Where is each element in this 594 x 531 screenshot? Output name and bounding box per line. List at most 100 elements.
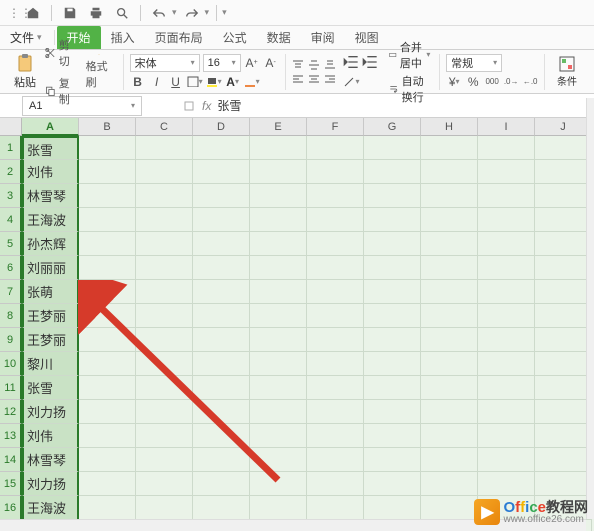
row-header[interactable]: 5 bbox=[0, 232, 22, 256]
cell[interactable] bbox=[364, 136, 421, 160]
save-icon[interactable] bbox=[59, 2, 81, 24]
cell[interactable] bbox=[478, 208, 535, 232]
home-icon[interactable] bbox=[22, 2, 44, 24]
font-name-select[interactable]: 宋体▾ bbox=[130, 54, 200, 72]
cell[interactable] bbox=[535, 160, 592, 184]
cell[interactable] bbox=[193, 496, 250, 520]
currency-button[interactable]: ¥▾ bbox=[446, 74, 462, 90]
decrease-indent[interactable] bbox=[343, 54, 359, 70]
cell[interactable] bbox=[535, 448, 592, 472]
cell[interactable] bbox=[364, 208, 421, 232]
row-header[interactable]: 16 bbox=[0, 496, 22, 520]
column-header-I[interactable]: I bbox=[478, 118, 535, 136]
cell[interactable] bbox=[136, 232, 193, 256]
cell[interactable] bbox=[79, 256, 136, 280]
cell[interactable] bbox=[250, 400, 307, 424]
cell[interactable]: 张雪 bbox=[22, 376, 79, 400]
row-header[interactable]: 12 bbox=[0, 400, 22, 424]
cell[interactable] bbox=[307, 256, 364, 280]
cell[interactable] bbox=[421, 352, 478, 376]
cell[interactable] bbox=[136, 136, 193, 160]
tab-formulas[interactable]: 公式 bbox=[213, 26, 257, 49]
column-header-D[interactable]: D bbox=[193, 118, 250, 136]
cell[interactable] bbox=[364, 496, 421, 520]
cell[interactable] bbox=[136, 448, 193, 472]
cell[interactable] bbox=[478, 280, 535, 304]
cell[interactable] bbox=[79, 448, 136, 472]
column-header-G[interactable]: G bbox=[364, 118, 421, 136]
increase-font-icon[interactable]: A+ bbox=[244, 55, 260, 71]
cell[interactable] bbox=[136, 424, 193, 448]
cell[interactable] bbox=[250, 328, 307, 352]
cell[interactable]: 孙杰辉 bbox=[22, 232, 79, 256]
underline-button[interactable]: U bbox=[168, 74, 184, 90]
cell[interactable] bbox=[250, 160, 307, 184]
cell[interactable] bbox=[307, 352, 364, 376]
cell[interactable] bbox=[250, 352, 307, 376]
copy-button[interactable]: 复制 bbox=[41, 73, 80, 109]
cell[interactable] bbox=[421, 136, 478, 160]
cell[interactable] bbox=[364, 424, 421, 448]
cell[interactable]: 林雪琴 bbox=[22, 184, 79, 208]
cell[interactable] bbox=[136, 472, 193, 496]
cell[interactable] bbox=[535, 208, 592, 232]
merge-center-button[interactable]: 合并居中▾ bbox=[386, 38, 433, 72]
column-header-C[interactable]: C bbox=[136, 118, 193, 136]
cell[interactable] bbox=[307, 280, 364, 304]
cell[interactable] bbox=[307, 472, 364, 496]
cell[interactable] bbox=[136, 280, 193, 304]
cell[interactable] bbox=[421, 280, 478, 304]
cell[interactable] bbox=[421, 208, 478, 232]
decrease-font-icon[interactable]: A- bbox=[263, 55, 279, 71]
fx-label[interactable]: fx bbox=[202, 99, 211, 113]
cell[interactable] bbox=[535, 352, 592, 376]
column-header-A[interactable]: A bbox=[22, 118, 79, 136]
cell[interactable] bbox=[250, 304, 307, 328]
cell[interactable] bbox=[421, 376, 478, 400]
print-icon[interactable] bbox=[85, 2, 107, 24]
cell[interactable] bbox=[421, 472, 478, 496]
formula-value[interactable]: 张雪 bbox=[217, 97, 241, 114]
cell[interactable] bbox=[478, 472, 535, 496]
row-header[interactable]: 4 bbox=[0, 208, 22, 232]
cell[interactable] bbox=[421, 232, 478, 256]
row-header[interactable]: 2 bbox=[0, 160, 22, 184]
cell[interactable] bbox=[535, 304, 592, 328]
cell[interactable] bbox=[79, 328, 136, 352]
cell[interactable] bbox=[250, 256, 307, 280]
cell[interactable] bbox=[193, 424, 250, 448]
decrease-decimal[interactable]: ←.0 bbox=[522, 74, 538, 90]
cell[interactable] bbox=[307, 208, 364, 232]
cut-button[interactable]: 剪切 bbox=[41, 35, 80, 71]
increase-decimal[interactable]: .0→ bbox=[503, 74, 519, 90]
cell[interactable]: 张雪 bbox=[22, 136, 79, 160]
cell[interactable]: 刘力扬 bbox=[22, 472, 79, 496]
fill-color-button[interactable]: ▾ bbox=[206, 74, 222, 90]
cell[interactable] bbox=[307, 304, 364, 328]
row-header[interactable]: 15 bbox=[0, 472, 22, 496]
align-middle[interactable] bbox=[307, 59, 321, 71]
comma-button[interactable]: 000 bbox=[484, 74, 500, 90]
cell[interactable] bbox=[193, 328, 250, 352]
cell[interactable] bbox=[478, 424, 535, 448]
cell[interactable] bbox=[250, 424, 307, 448]
column-header-E[interactable]: E bbox=[250, 118, 307, 136]
wrap-text-button[interactable]: 自动换行 bbox=[386, 72, 433, 106]
cell[interactable] bbox=[79, 400, 136, 424]
cell[interactable] bbox=[478, 256, 535, 280]
cell[interactable] bbox=[364, 304, 421, 328]
cell[interactable] bbox=[136, 400, 193, 424]
format-painter-button[interactable]: 格式刷 bbox=[82, 52, 117, 92]
cell[interactable] bbox=[421, 304, 478, 328]
paste-button[interactable]: 粘贴 bbox=[11, 52, 39, 92]
italic-button[interactable]: I bbox=[149, 74, 165, 90]
tab-view[interactable]: 视图 bbox=[345, 26, 389, 49]
percent-button[interactable]: % bbox=[465, 74, 481, 90]
cell[interactable] bbox=[136, 256, 193, 280]
cell[interactable] bbox=[79, 280, 136, 304]
align-bottom[interactable] bbox=[323, 59, 337, 71]
row-header[interactable]: 14 bbox=[0, 448, 22, 472]
select-all-corner[interactable] bbox=[0, 118, 22, 136]
cell[interactable] bbox=[535, 280, 592, 304]
cell[interactable] bbox=[421, 184, 478, 208]
